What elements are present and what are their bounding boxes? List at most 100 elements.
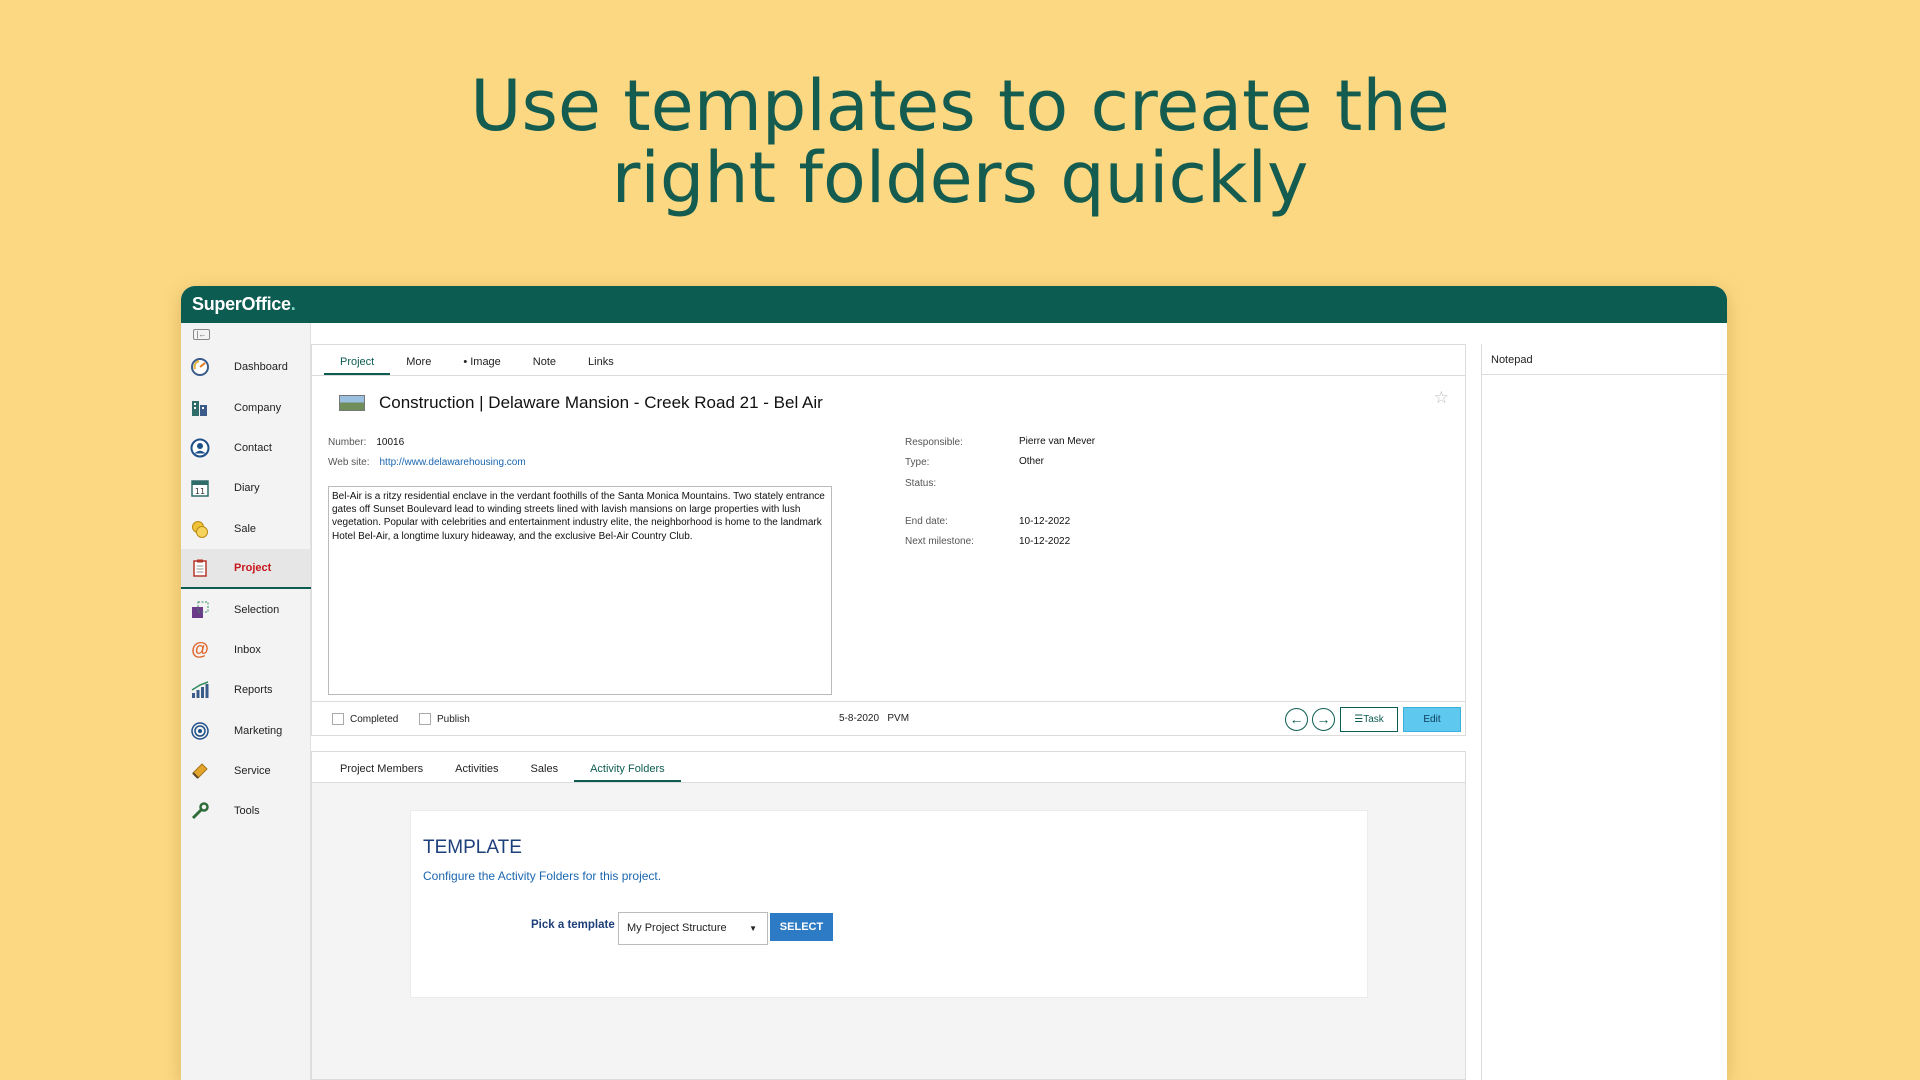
- sidebar-item-label: Inbox: [234, 643, 261, 656]
- sidebar-item-label: Project: [234, 562, 272, 575]
- sidebar-item-tools[interactable]: Tools: [181, 791, 311, 831]
- sale-icon: [190, 519, 210, 539]
- number-value: 10016: [376, 437, 405, 448]
- publish-checkbox[interactable]: Publish: [419, 713, 470, 725]
- tab-project-members[interactable]: Project Members: [324, 763, 439, 782]
- sidebar: |← Dashboard Company Contact 11 Diary Sa…: [181, 323, 311, 1080]
- template-title: TEMPLATE: [423, 837, 522, 858]
- task-button[interactable]: ☰Task: [1340, 707, 1398, 732]
- tab-note[interactable]: Note: [517, 356, 572, 375]
- completed-checkbox-box[interactable]: [332, 713, 344, 725]
- tab-more[interactable]: More: [390, 356, 447, 375]
- project-card: Project More • Image Note Links Construc…: [311, 344, 1466, 736]
- service-icon: [190, 761, 210, 781]
- sidebar-item-label: Diary: [234, 482, 260, 495]
- top-bar: SuperOffice.: [181, 286, 1727, 323]
- tab-image[interactable]: • Image: [447, 356, 516, 375]
- notepad-title: Notepad: [1482, 344, 1727, 375]
- sidebar-item-label: Tools: [234, 805, 260, 818]
- responsible-value: Pierre van Mever: [1019, 436, 1096, 447]
- sidebar-item-label: Company: [234, 401, 282, 414]
- reports-icon: [190, 680, 210, 700]
- project-header: Construction | Delaware Mansion - Creek …: [339, 393, 823, 413]
- tab-sales[interactable]: Sales: [515, 763, 575, 782]
- sidebar-item-label: Dashboard: [234, 361, 288, 374]
- diary-icon: 11: [190, 478, 210, 498]
- marketing-icon: [190, 721, 210, 741]
- project-description[interactable]: Bel-Air is a ritzy residential enclave i…: [328, 486, 832, 695]
- project-title: Construction | Delaware Mansion - Creek …: [379, 393, 823, 412]
- next-milestone-value: 10-12-2022: [1019, 536, 1071, 547]
- sidebar-item-sale[interactable]: Sale: [181, 509, 311, 549]
- end-date-value: 10-12-2022: [1019, 516, 1071, 527]
- headline: Use templates to create the right folder…: [0, 70, 1920, 214]
- superoffice-logo[interactable]: SuperOffice.: [192, 294, 296, 315]
- updated-info: 5-8-2020 PVM: [839, 713, 909, 724]
- sidebar-item-project[interactable]: Project: [181, 548, 311, 590]
- svg-text:11: 11: [195, 487, 205, 496]
- sidebar-item-label: Marketing: [234, 724, 283, 737]
- updated-date: 5-8-2020: [839, 713, 880, 724]
- tab-activities[interactable]: Activities: [439, 763, 514, 782]
- sidebar-nav: Dashboard Company Contact 11 Diary Sale …: [181, 347, 311, 832]
- publish-label: Publish: [437, 713, 470, 725]
- number-row: Number: 10016: [328, 437, 404, 448]
- sidebar-item-contact[interactable]: Contact: [181, 428, 311, 468]
- tools-icon: [190, 801, 210, 821]
- project-status-bar: Completed Publish 5-8-2020 PVM ← → ☰Task…: [312, 701, 1465, 735]
- headline-line-1: Use templates to create the: [470, 65, 1450, 147]
- publish-checkbox-box[interactable]: [419, 713, 431, 725]
- contact-icon: [190, 438, 210, 458]
- template-card: TEMPLATE Configure the Activity Folders …: [410, 810, 1368, 998]
- next-milestone-label: Next milestone:: [905, 536, 974, 547]
- project-icon: [190, 558, 210, 578]
- sidebar-item-inbox[interactable]: @ Inbox: [181, 630, 311, 670]
- select-button[interactable]: SELECT: [770, 913, 833, 941]
- sidebar-item-label: Sale: [234, 522, 257, 535]
- notepad-panel: Notepad: [1481, 344, 1727, 1080]
- sidebar-item-reports[interactable]: Reports: [181, 670, 311, 710]
- type-label: Type:: [905, 457, 930, 468]
- sidebar-item-label: Selection: [234, 603, 280, 616]
- sidebar-item-selection[interactable]: Selection: [181, 589, 311, 629]
- template-select[interactable]: My Project Structure ▼: [618, 912, 768, 945]
- website-label: Web site:: [328, 457, 370, 468]
- sidebar-item-label: Service: [234, 765, 271, 778]
- headline-line-2: right folders quickly: [611, 137, 1309, 219]
- company-icon: [190, 398, 210, 418]
- next-arrow-icon[interactable]: →: [1312, 708, 1335, 731]
- sidebar-item-dashboard[interactable]: Dashboard: [181, 347, 311, 387]
- collapse-sidebar-icon[interactable]: |←: [193, 329, 210, 340]
- sidebar-item-company[interactable]: Company: [181, 387, 311, 427]
- project-sub-tabs: Project Members Activities Sales Activit…: [312, 752, 1465, 783]
- sidebar-item-diary[interactable]: 11 Diary: [181, 468, 311, 508]
- type-value: Other: [1019, 456, 1045, 467]
- inbox-icon: @: [191, 639, 209, 660]
- website-row: Web site: http://www.delawarehousing.com: [328, 457, 526, 468]
- selection-icon: [190, 600, 210, 620]
- project-image: [339, 395, 365, 411]
- template-select-value: My Project Structure: [627, 922, 727, 934]
- responsible-label: Responsible:: [905, 437, 963, 448]
- completed-checkbox[interactable]: Completed: [332, 713, 398, 725]
- app-window: SuperOffice. |← Dashboard Company Contac…: [181, 286, 1727, 1080]
- tab-links[interactable]: Links: [572, 356, 630, 375]
- number-label: Number:: [328, 437, 367, 448]
- favorite-star-icon[interactable]: ☆: [1434, 388, 1449, 408]
- sidebar-item-service[interactable]: Service: [181, 751, 311, 791]
- previous-arrow-icon[interactable]: ←: [1285, 708, 1308, 731]
- pick-template-label: Pick a template: [531, 919, 615, 931]
- tab-activity-folders[interactable]: Activity Folders: [574, 763, 681, 782]
- sidebar-item-label: Contact: [234, 441, 272, 454]
- updated-user: PVM: [887, 713, 910, 724]
- notepad-body[interactable]: [1482, 375, 1727, 1080]
- edit-button[interactable]: Edit: [1403, 707, 1461, 732]
- tab-project[interactable]: Project: [324, 356, 391, 375]
- chevron-down-icon: ▼: [749, 924, 757, 933]
- template-subtitle: Configure the Activity Folders for this …: [423, 869, 662, 883]
- completed-label: Completed: [350, 713, 399, 725]
- end-date-label: End date:: [905, 516, 948, 527]
- sidebar-item-marketing[interactable]: Marketing: [181, 711, 311, 751]
- dashboard-icon: [190, 357, 210, 377]
- website-link[interactable]: http://www.delawarehousing.com: [380, 457, 526, 468]
